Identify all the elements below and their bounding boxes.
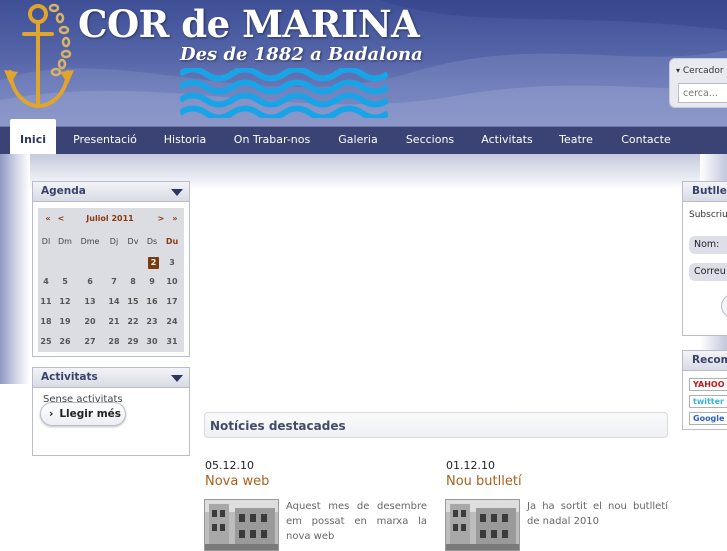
news-summary: Aquest mes de desembre em possat en marx… [286, 501, 427, 542]
search-label-text: Cercador [682, 66, 724, 76]
nav-item-galeria[interactable]: Galeria [330, 127, 386, 154]
calendar-grid: « < Juliol 2011 > » Dl Dm Dme Dj Dv Ds D… [38, 208, 184, 352]
name-field[interactable]: Nom: [689, 236, 727, 254]
newsletter-module: Butlletí Subscriure Nom: Correu [682, 181, 727, 336]
subscribe-label: Subscriure [689, 210, 727, 220]
weekday-header: Dl [41, 237, 51, 246]
activities-module: Activitats Sense activitats › Llegir més [32, 367, 190, 456]
site-header: COR de MARINA Des de 1882 a Badalona ▾ C… [0, 0, 727, 128]
nav-item-presentacio[interactable]: Presentació [66, 127, 144, 154]
calendar-day[interactable]: 21 [104, 315, 124, 329]
twitter-icon[interactable]: twitter [689, 395, 727, 408]
weekday-header: Ds [146, 237, 158, 246]
calendar-day[interactable]: 18 [36, 315, 56, 329]
calendar-day[interactable]: 8 [123, 275, 143, 289]
agenda-title: Agenda [41, 185, 86, 197]
calendar-day[interactable]: 11 [36, 295, 56, 309]
calendar-day[interactable]: 23 [142, 315, 162, 329]
calendar-day[interactable]: 14 [104, 295, 124, 309]
news-date: 01.12.10 [446, 459, 495, 472]
next-year-button[interactable]: » [165, 212, 185, 226]
search-input[interactable] [678, 83, 727, 103]
calendar-day[interactable]: 9 [142, 275, 162, 289]
calendar-day[interactable]: 13 [80, 295, 100, 309]
read-more-label: Llegir més [59, 408, 122, 420]
collapse-triangle-icon[interactable] [171, 189, 183, 196]
calendar-month-label: Juliol 2011 [86, 214, 134, 223]
calendar-day[interactable]: 3 [162, 256, 182, 270]
site-subtitle: Des de 1882 a Badalona [180, 44, 423, 65]
email-field[interactable]: Correu [689, 263, 727, 281]
news-thumbnail[interactable] [445, 499, 520, 551]
read-more-button[interactable]: › Llegir més [40, 402, 126, 426]
nav-item-activitats[interactable]: Activitats [474, 127, 540, 154]
building-photo-icon [205, 500, 278, 550]
calendar-day[interactable]: 10 [162, 275, 182, 289]
weekday-header: Du [165, 237, 179, 246]
calendar-day[interactable]: 4 [36, 275, 56, 289]
calendar-day-today[interactable]: 2 [148, 257, 159, 269]
calendar-day[interactable]: 25 [36, 335, 56, 349]
calendar-day[interactable]: 31 [162, 335, 182, 349]
weekday-header: Dj [109, 237, 119, 246]
calendar-day[interactable]: 6 [80, 275, 100, 289]
calendar-day[interactable]: 22 [123, 315, 143, 329]
calendar-day[interactable]: 16 [142, 295, 162, 309]
calendar-day[interactable]: 30 [142, 335, 162, 349]
chevron-down-icon[interactable]: ▾ [676, 66, 680, 75]
collapse-triangle-icon[interactable] [171, 375, 183, 382]
search-panel: ▾ Cercador [669, 58, 727, 108]
agenda-header[interactable]: Agenda [33, 182, 189, 202]
calendar-day[interactable]: 12 [55, 295, 75, 309]
nav-item-historia[interactable]: Historia [155, 127, 215, 154]
news-summary: Ja ha sortit el nou butlletí de nadal 20… [527, 501, 668, 527]
nav-item-on-trobar-nos[interactable]: On Trabar-nos [227, 127, 317, 154]
chevron-right-icon: › [49, 408, 54, 420]
calendar-day[interactable]: 7 [104, 275, 124, 289]
calendar-day[interactable]: 19 [55, 315, 75, 329]
nav-item-teatre[interactable]: Teatre [552, 127, 600, 154]
main-navigation: Inici Presentació Historia On Trabar-nos… [0, 119, 727, 154]
weekday-header: Dm [58, 237, 72, 246]
featured-news-heading: Notícies destacades [204, 412, 668, 438]
activities-title: Activitats [41, 371, 98, 383]
calendar-day[interactable]: 24 [162, 315, 182, 329]
calendar-day[interactable]: 5 [55, 275, 75, 289]
calendar-day[interactable]: 29 [123, 335, 143, 349]
calendar-day[interactable]: 26 [55, 335, 75, 349]
site-title[interactable]: COR de MARINA [78, 2, 420, 46]
left-shade [0, 154, 30, 384]
nav-item-seccions[interactable]: Seccions [398, 127, 462, 154]
agenda-module: Agenda « < Juliol 2011 > » Dl Dm Dme Dj … [32, 181, 190, 357]
nav-item-inici[interactable]: Inici [10, 119, 56, 154]
prev-month-button[interactable]: < [51, 212, 71, 226]
recommend-header: Recomanar [683, 351, 727, 371]
news-title-link[interactable]: Nou butlletí [446, 474, 522, 489]
waves-logo-icon [180, 68, 388, 118]
news-thumbnail[interactable] [204, 499, 279, 551]
news-title-link[interactable]: Nova web [205, 474, 269, 489]
recommend-module: Recomanar YAHOO twitter Google [682, 350, 727, 430]
newsletter-header: Butlletí [683, 182, 727, 202]
search-label: ▾ Cercador [676, 66, 724, 76]
calendar-day[interactable]: 20 [80, 315, 100, 329]
weekday-header: Dv [127, 237, 139, 246]
weekday-header: Dme [80, 237, 100, 246]
calendar-day[interactable]: 28 [104, 335, 124, 349]
calendar-day[interactable]: 15 [123, 295, 143, 309]
calendar-day[interactable]: 17 [162, 295, 182, 309]
news-date: 05.12.10 [205, 459, 254, 472]
anchor-logo-icon [4, 3, 74, 109]
activities-header[interactable]: Activitats [33, 368, 189, 388]
nav-item-contacte[interactable]: Contacte [614, 127, 678, 154]
calendar-day[interactable]: 27 [80, 335, 100, 349]
subscribe-button[interactable] [721, 294, 727, 318]
google-icon[interactable]: Google [689, 412, 727, 425]
yahoo-icon[interactable]: YAHOO [689, 378, 727, 391]
building-photo-icon [446, 500, 519, 550]
